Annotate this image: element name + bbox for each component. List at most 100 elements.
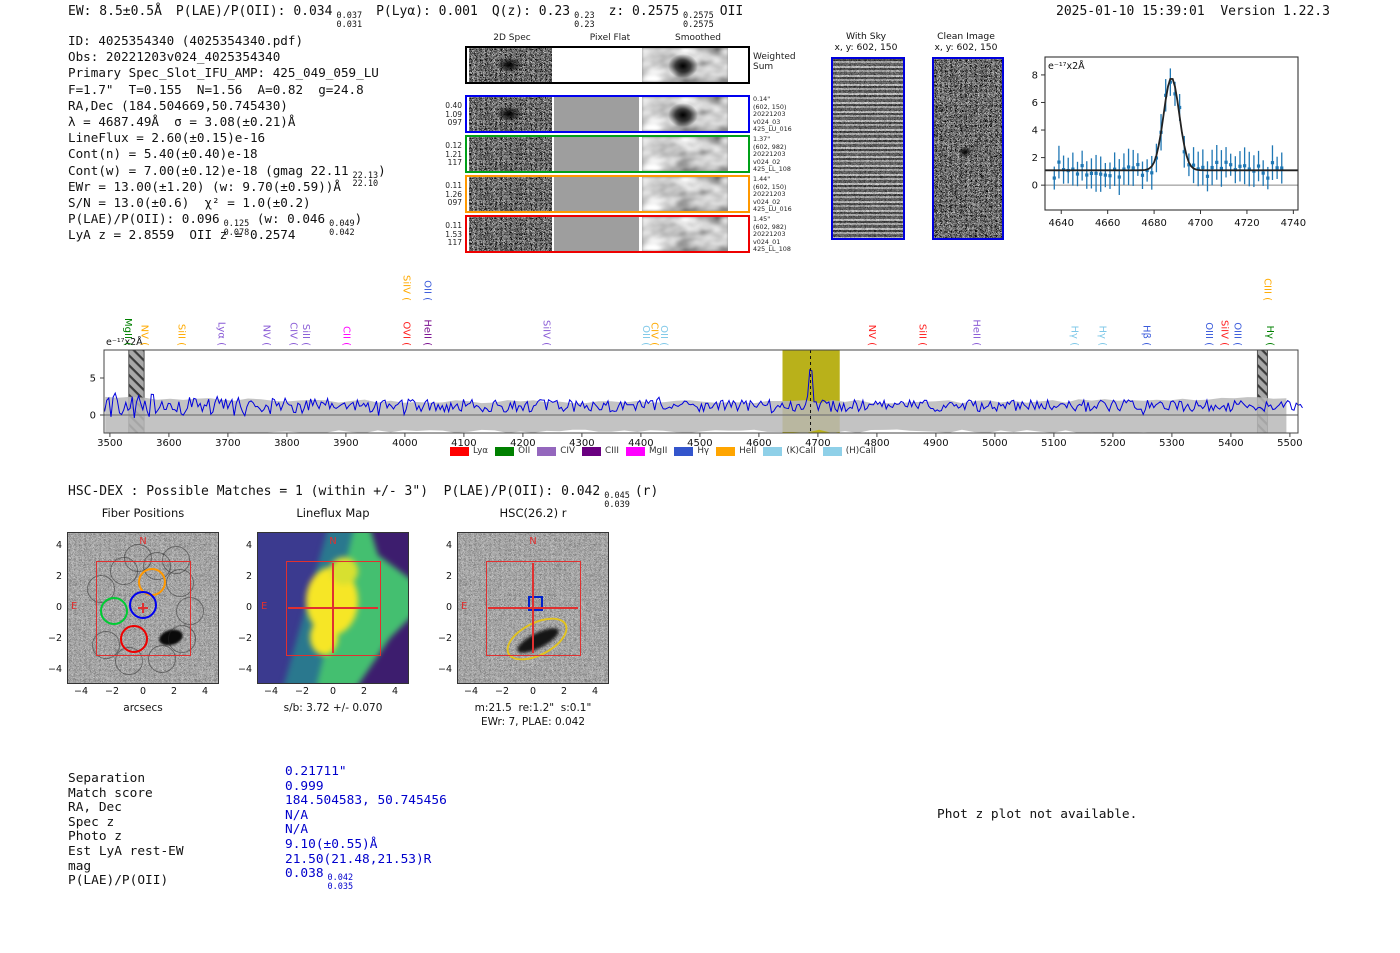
cutout-xlabel: m:21.5 re:1.2" s:0.1" (474, 702, 592, 714)
smoothed-image (642, 177, 728, 211)
table-row-value: 0.038 0.042 0.035 (285, 866, 354, 892)
qz-range: 0.23 0.23 (574, 11, 595, 30)
cutout-title: Lineflux Map (296, 506, 370, 520)
spectrum-legend: Lyα OII CIV CIII MgII Hγ HeII (K)CaII (H)CaII (450, 446, 876, 456)
x-tick-label: 5500 (1277, 438, 1302, 449)
z-value: z: 0.2575 (608, 4, 680, 19)
table-row-label: Photo z (68, 829, 122, 845)
legend-label: (K)CaII (786, 446, 816, 456)
x-tick-label: 2 (360, 686, 368, 697)
data-point (1270, 161, 1275, 165)
data-point (1075, 172, 1080, 176)
table-row-label: mag (68, 858, 92, 874)
line-label: SiII ( (175, 324, 186, 346)
pixel-flat-image (554, 217, 639, 251)
elixer-report: EW: 8.5±0.5Å P(LAE)/P(OII): 0.034 0.037 0.0… (0, 0, 1400, 953)
x-tick-label: −2 (104, 686, 119, 697)
x-tick-label: 4660 (1095, 218, 1120, 229)
table-row-label: Separation (68, 771, 146, 786)
plot-frame (1044, 56, 1299, 211)
with-sky-title: With Sky x, y: 602, 150 (834, 31, 898, 53)
line-label: CIV ( (287, 322, 298, 346)
data-point (1238, 164, 1242, 168)
x-tick-label: −4 (263, 686, 278, 697)
fiber-positions-panel: Fiber Positions 4 2 0 −2 −4 −4 −2 0 2 4 arcsecs N E (40, 500, 250, 730)
legend-swatch (495, 446, 515, 456)
spec2d-row (465, 95, 750, 133)
spec2d-image (469, 217, 552, 251)
data-point (1243, 164, 1247, 168)
plae-poii-value: P(LAE)/P(OII): 0.034 (175, 4, 333, 19)
info-line: F=1.7" T=0.155 N=1.56 A=0.82 g=24.8 (68, 81, 364, 97)
pixel-flat-image (554, 137, 639, 171)
center-cross-horizontal (138, 607, 148, 609)
source-spot (958, 147, 972, 157)
line-label: OII ( (658, 325, 669, 346)
info-line-plae: P(LAE)/P(OII): 0.096 0.125 0.078 (w: 0.046… (68, 211, 363, 238)
timestamp-version: 2025-01-10 15:39:01 Version 1.22.3 (1056, 4, 1330, 19)
data-point (1103, 173, 1107, 177)
spec2d-row-left-labels: 0.12 1.21 117 (445, 141, 462, 168)
x-tick-label: 5400 (1218, 438, 1243, 449)
table-row-label: Est LyA rest-EW (68, 843, 184, 859)
legend-swatch (450, 446, 469, 456)
info-line-ewr: EWr = 13.00(±1.20) (w: 9.70(±0.59))Å (68, 178, 341, 194)
table-row-value: 9.10(±0.55)Å (285, 836, 378, 852)
data-point (1108, 174, 1112, 178)
match-table-values: 0.21711" 0.999 184.504583, 50.745456 N/A N/A… (285, 764, 447, 892)
data-point (1131, 166, 1135, 170)
line-label: SiIV ( (541, 320, 552, 346)
table-row-value: 0.21711" (285, 764, 347, 779)
table-row-value: 0.999 (285, 778, 324, 794)
legend-label: (H)CaII (845, 446, 876, 456)
photz-note: Phot z plot not available. (937, 807, 1138, 822)
info-line-cont-w: Cont(w) = 7.00(±0.12)e-18 (gmag 22.11 22.… (68, 162, 386, 189)
data-point (1085, 173, 1089, 177)
table-row-value: 21.50(21.48,21.53)R (285, 851, 432, 867)
data-point (1099, 172, 1103, 176)
info-line: Obs: 20221203v024_4025354340 (68, 49, 281, 65)
table-row-value: N/A (285, 807, 309, 823)
spec2d-image (469, 177, 552, 211)
info-line: Cont(n) = 5.40(±0.40)e-18 (68, 146, 258, 162)
data-point (1205, 174, 1210, 178)
spec2d-image (469, 48, 552, 82)
y-tick-label: 4 (445, 540, 452, 551)
cutout-title: Fiber Positions (101, 506, 185, 520)
gaussian-fit (1045, 77, 1298, 172)
y-tick-label: 2 (245, 571, 252, 582)
with-sky-image (831, 57, 905, 240)
data-point (1229, 163, 1233, 167)
info-line-sn: S/N = 13.0(±0.6) χ² = 1.0(±0.2) (68, 194, 311, 210)
spec2d-row-left-labels: 0.11 1.26 097 (445, 181, 462, 208)
smoothed-image (642, 48, 728, 82)
east-label: E (261, 601, 268, 612)
cutout-xlabel: arcsecs (123, 702, 163, 714)
y-tick-label: 5 (90, 374, 96, 385)
line-label: CIII ( (1262, 278, 1273, 301)
x-tick-label: 3600 (156, 438, 181, 449)
detection-info-block: ID: 4025354340 (4025354340.pdf) Obs: 2022… (68, 33, 386, 243)
line-label: NV ( (139, 325, 150, 347)
y-tick-label: −2 (437, 633, 452, 644)
data-point (1126, 165, 1131, 169)
spec2d-row-right-labels: 1.37" (602, 982) 20221203 v024_02 425_LL_108 (753, 135, 791, 174)
table-row-label: Match score (68, 785, 153, 801)
match-table-labels: Separation Match score RA, Dec Spec z Photo … (68, 771, 184, 889)
data-point (1201, 165, 1205, 169)
table-row-label: P(LAE)/P(OII) (68, 873, 169, 889)
cutout-xlabel: s/b: 3.72 +/- 0.070 (283, 702, 383, 714)
north-label: N (139, 536, 147, 547)
y-tick-label: 4 (55, 540, 62, 551)
x-tick-label: 4900 (923, 438, 948, 449)
y-tick-label: 2 (1032, 153, 1038, 164)
spec2d-row-right-labels: 1.44" (602, 150) 20221203 v024_02 425_LU_016 (753, 175, 792, 214)
data-point (1224, 160, 1228, 164)
x-tick-label: 3700 (215, 438, 240, 449)
x-tick-label: 4 (201, 686, 209, 697)
spec2d-row (465, 135, 750, 173)
plya-value: P(Lyα): 0.001 (376, 4, 478, 19)
y-tick-label: 0 (245, 602, 252, 613)
legend-item: OII (495, 446, 530, 456)
full-spectrum-plot: 3500 3600 3700 3800 3900 4000 4100 4200 4300 4400… (90, 275, 1303, 449)
